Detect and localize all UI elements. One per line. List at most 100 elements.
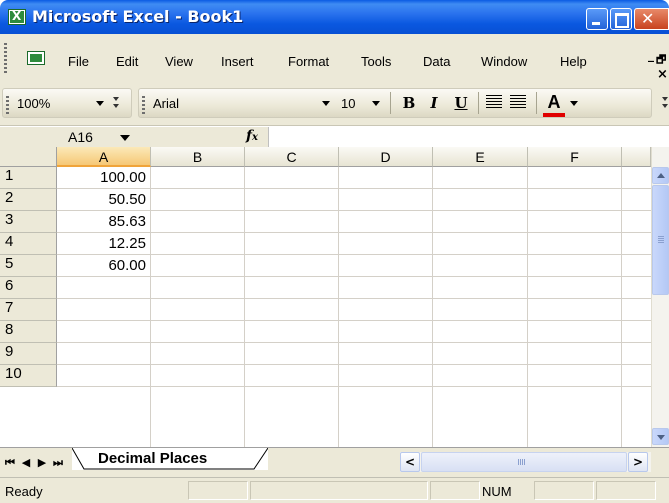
menu-format[interactable]: Format: [288, 54, 329, 69]
menu-help[interactable]: Help: [560, 54, 587, 69]
status-panel: [430, 481, 480, 500]
row-header-2[interactable]: 2: [0, 189, 57, 211]
window-title: Microsoft Excel - Book1: [32, 7, 244, 26]
last-sheet-icon[interactable]: ⏭: [52, 456, 64, 470]
toolbar-separator: [390, 92, 391, 114]
menu-data[interactable]: Data: [423, 54, 450, 69]
font-color-button[interactable]: A: [543, 93, 565, 113]
zoom-combo[interactable]: 100%: [12, 92, 92, 114]
column-header-b[interactable]: B: [151, 147, 245, 167]
row-header-7[interactable]: 7: [0, 299, 57, 321]
worksheet-grid[interactable]: A B C D E F 1 2 3 4 5 6 7 8 9 10 100.00 …: [0, 147, 651, 447]
column-header-f[interactable]: F: [528, 147, 622, 167]
align-center-icon[interactable]: [510, 95, 526, 109]
toolbar-grip[interactable]: [142, 96, 145, 114]
workbook-icon[interactable]: [27, 51, 45, 65]
toolbar-separator: [536, 92, 537, 114]
formula-bar: A16 fx: [0, 127, 669, 147]
scroll-left-button[interactable]: <: [400, 452, 420, 472]
row-header-6[interactable]: 6: [0, 277, 57, 299]
grid-line: [150, 167, 151, 447]
bold-button[interactable]: B: [398, 93, 420, 113]
status-text: Ready: [5, 484, 43, 499]
toolbar-options-chevron[interactable]: [111, 94, 121, 112]
cell-a1[interactable]: 100.00: [57, 167, 150, 189]
status-panel: [250, 481, 428, 500]
name-box-dropdown-icon[interactable]: [120, 135, 130, 141]
vertical-scroll-thumb[interactable]: [652, 185, 669, 295]
row-header-9[interactable]: 9: [0, 343, 57, 365]
close-button[interactable]: [634, 8, 669, 30]
menu-view[interactable]: View: [165, 54, 193, 69]
name-box[interactable]: A16: [0, 127, 156, 147]
row-header-1[interactable]: 1: [0, 167, 57, 189]
align-left-icon[interactable]: [486, 95, 502, 109]
grid-line: [432, 167, 433, 447]
sheet-tab-bar: ⏮ ◀ ▶ ⏭ Decimal Places < >: [0, 447, 669, 477]
cell-a2[interactable]: 50.50: [57, 189, 150, 211]
toolbar-options-chevron[interactable]: [660, 94, 669, 112]
grid-line: [338, 167, 339, 447]
italic-button[interactable]: I: [423, 93, 445, 113]
grid-line: [527, 167, 528, 447]
grid-line: [57, 298, 651, 299]
menu-grip[interactable]: [4, 43, 7, 75]
font-name-combo[interactable]: Arial: [148, 92, 314, 114]
row-header-5[interactable]: 5: [0, 255, 57, 277]
excel-app-icon[interactable]: [8, 9, 26, 25]
menu-edit[interactable]: Edit: [116, 54, 138, 69]
menu-bar: File Edit View Insert Format Tools Data …: [0, 34, 669, 82]
underline-button[interactable]: U: [450, 93, 472, 113]
zoom-dropdown-arrow[interactable]: [92, 92, 108, 114]
menu-file[interactable]: File: [68, 54, 89, 69]
maximize-button[interactable]: [610, 8, 632, 30]
zoom-value: 100%: [17, 96, 51, 111]
cell-a4[interactable]: 12.25: [57, 233, 150, 255]
horizontal-scroll-thumb[interactable]: [421, 452, 627, 472]
num-lock-indicator: NUM: [482, 484, 512, 499]
vertical-scrollbar[interactable]: [651, 147, 669, 447]
scroll-down-button[interactable]: [652, 428, 669, 445]
scroll-right-button[interactable]: >: [628, 452, 648, 472]
font-color-dropdown-arrow[interactable]: [566, 92, 578, 114]
prev-sheet-icon[interactable]: ◀: [20, 456, 32, 470]
column-header-a[interactable]: A: [57, 147, 151, 167]
horizontal-scrollbar[interactable]: < >: [400, 452, 651, 472]
row-header-8[interactable]: 8: [0, 321, 57, 343]
font-size-value: 10: [341, 96, 356, 111]
column-header-e[interactable]: E: [433, 147, 528, 167]
status-panel: [188, 481, 248, 500]
doc-close-button[interactable]: ×: [657, 67, 668, 82]
column-header-c[interactable]: C: [245, 147, 339, 167]
doc-minimize-button[interactable]: _: [648, 48, 654, 62]
sheet-tab-label: Decimal Places: [98, 450, 208, 467]
cell-a5[interactable]: 60.00: [57, 255, 150, 277]
toolbar-separator: [478, 92, 479, 114]
minimize-button[interactable]: [586, 8, 608, 30]
row-header-3[interactable]: 3: [0, 211, 57, 233]
toolbar-grip[interactable]: [6, 96, 9, 114]
menu-tools[interactable]: Tools: [361, 54, 391, 69]
menu-window[interactable]: Window: [481, 54, 527, 69]
first-sheet-icon[interactable]: ⏮: [4, 456, 16, 470]
sheet-tab-decimal-places[interactable]: Decimal Places: [72, 448, 268, 470]
insert-function-icon[interactable]: fx: [246, 128, 258, 144]
scroll-up-button[interactable]: [652, 167, 669, 184]
next-sheet-icon[interactable]: ▶: [36, 456, 48, 470]
column-header-g-partial[interactable]: [622, 147, 651, 167]
formula-input[interactable]: [268, 127, 669, 147]
font-color-letter: A: [547, 92, 561, 112]
cell-a3[interactable]: 85.63: [57, 211, 150, 233]
font-size-combo[interactable]: 10: [336, 92, 366, 114]
font-color-swatch: [543, 113, 565, 117]
select-all-corner[interactable]: [0, 147, 57, 167]
name-box-value: A16: [68, 129, 93, 145]
menu-insert[interactable]: Insert: [221, 54, 254, 69]
column-header-d[interactable]: D: [339, 147, 433, 167]
font-name-dropdown-arrow[interactable]: [318, 92, 334, 114]
status-panel: [596, 481, 656, 500]
title-bar: Microsoft Excel - Book1: [0, 0, 669, 34]
font-size-dropdown-arrow[interactable]: [368, 92, 384, 114]
row-header-4[interactable]: 4: [0, 233, 57, 255]
row-header-10[interactable]: 10: [0, 365, 57, 387]
